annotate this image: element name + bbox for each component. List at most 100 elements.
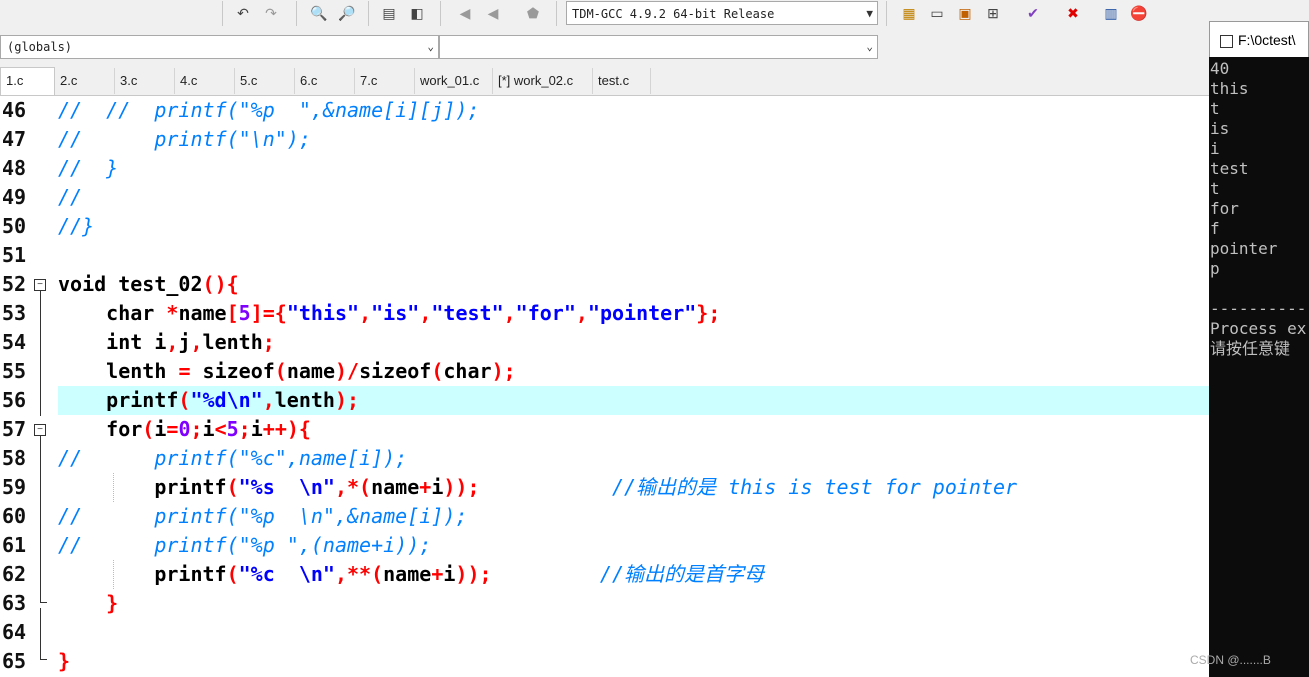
console-output: 40thistisitesttforfpointerp------------P… bbox=[1209, 57, 1309, 677]
bookmark-toggle-icon[interactable]: ◀ bbox=[454, 2, 476, 24]
compiler-select[interactable]: TDM-GCC 4.9.2 64-bit Release ▼ bbox=[566, 1, 878, 25]
code-line: char *name[5]={"this","is","test","for",… bbox=[106, 301, 721, 325]
chevron-down-icon: ⌄ bbox=[866, 40, 873, 53]
bookmark-clear-icon[interactable]: ⬟ bbox=[522, 2, 544, 24]
code-line: // bbox=[58, 185, 83, 209]
tab-2c[interactable]: 2.c bbox=[55, 68, 115, 94]
check-icon[interactable]: ✔ bbox=[1022, 2, 1044, 24]
tab-3c[interactable]: 3.c bbox=[115, 68, 175, 94]
unindent-icon[interactable]: ◧ bbox=[406, 2, 428, 24]
tab-4c[interactable]: 4.c bbox=[175, 68, 235, 94]
chevron-down-icon: ⌄ bbox=[427, 40, 434, 53]
editor-tabs: 1.c 2.c 3.c 4.c 5.c 6.c 7.c work_01.c [*… bbox=[0, 67, 1209, 96]
line-number: 58 bbox=[2, 446, 27, 470]
chevron-down-icon: ▼ bbox=[866, 7, 873, 20]
console-line: ------------ bbox=[1210, 299, 1309, 318]
stop-icon[interactable]: ⛔ bbox=[1128, 2, 1150, 24]
console-line: this bbox=[1210, 79, 1249, 98]
console-line: for bbox=[1210, 199, 1239, 218]
fold-end bbox=[40, 659, 47, 660]
console-line: 请按任意键 bbox=[1210, 339, 1291, 358]
tiles-icon[interactable]: ⊞ bbox=[982, 2, 1004, 24]
line-number: 53 bbox=[2, 301, 27, 325]
code-line: lenth = sizeof(name)/sizeof(char); bbox=[106, 359, 516, 383]
member-combo[interactable]: ⌄ bbox=[439, 35, 878, 59]
console-line: pointer bbox=[1210, 239, 1278, 258]
find-next-icon[interactable]: 🔎 bbox=[336, 2, 358, 24]
console-title-text: F:\0ctest\ bbox=[1238, 32, 1296, 48]
toolbar-separator bbox=[556, 1, 557, 26]
code-line: // printf("%c",name[i]); bbox=[58, 446, 408, 470]
line-number: 61 bbox=[2, 533, 27, 557]
console-line: f bbox=[1210, 219, 1220, 238]
find-icon[interactable]: 🔍 bbox=[308, 2, 330, 24]
code-line: for(i=0;i<5;i++){ bbox=[106, 417, 311, 441]
console-line: t bbox=[1210, 179, 1220, 198]
new-window-icon[interactable]: ▭ bbox=[926, 2, 948, 24]
fold-line bbox=[40, 608, 41, 659]
line-number: 50 bbox=[2, 214, 27, 238]
console-line: p bbox=[1210, 259, 1220, 278]
fold-line bbox=[40, 436, 41, 603]
line-number: 62 bbox=[2, 562, 27, 586]
console-line: test bbox=[1210, 159, 1249, 178]
code-line: int i,j,lenth; bbox=[106, 330, 275, 354]
fold-toggle-icon[interactable]: − bbox=[34, 424, 46, 436]
console-line: i bbox=[1210, 139, 1220, 158]
code-line: // printf("%p ",(name+i)); bbox=[58, 533, 432, 557]
tab-work-02[interactable]: [*] work_02.c bbox=[493, 68, 593, 94]
line-number: 57 bbox=[2, 417, 27, 441]
line-number: 59 bbox=[2, 475, 27, 499]
line-number: 65 bbox=[2, 649, 27, 673]
tab-work-01[interactable]: work_01.c bbox=[415, 68, 493, 94]
console-window-title[interactable]: F:\0ctest\ bbox=[1209, 21, 1309, 57]
toolbar: ↶ ↷ 🔍 🔎 ▤ ◧ ◀ ◀ ⬟ TDM-GCC 4.9.2 64-bit R… bbox=[0, 0, 1309, 30]
line-number: 54 bbox=[2, 330, 27, 354]
line-number: 47 bbox=[2, 127, 27, 151]
console-line: 40 bbox=[1210, 59, 1230, 78]
globals-combo-value: (globals) bbox=[7, 40, 73, 54]
tab-1c[interactable]: 1.c bbox=[0, 67, 55, 95]
code-line: printf("%s \n",*(name+i)); //输出的是 this i… bbox=[154, 475, 1018, 499]
chart-icon[interactable]: ▥ bbox=[1100, 2, 1122, 24]
tab-7c[interactable]: 7.c bbox=[355, 68, 415, 94]
tab-test[interactable]: test.c bbox=[593, 68, 651, 94]
code-line: // } bbox=[58, 156, 119, 180]
compiler-select-value: TDM-GCC 4.9.2 64-bit Release bbox=[572, 7, 775, 21]
code-line: //} bbox=[58, 214, 95, 238]
close-icon[interactable]: ✖ bbox=[1062, 2, 1084, 24]
code-line: } bbox=[58, 649, 71, 673]
code-line: // printf("%p \n",&name[i]); bbox=[58, 504, 468, 528]
line-number: 60 bbox=[2, 504, 27, 528]
line-number: 56 bbox=[2, 388, 27, 412]
line-number: 55 bbox=[2, 359, 27, 383]
line-number: 51 bbox=[2, 243, 27, 267]
undo-icon[interactable]: ↶ bbox=[232, 2, 254, 24]
console-line: is bbox=[1210, 119, 1230, 138]
toolbar-separator bbox=[440, 1, 441, 26]
line-number: 46 bbox=[2, 98, 27, 122]
grid-icon[interactable]: ▣ bbox=[954, 2, 976, 24]
line-number: 49 bbox=[2, 185, 27, 209]
watermark: CSDN @.......B bbox=[1190, 653, 1271, 667]
indent-icon[interactable]: ▤ bbox=[378, 2, 400, 24]
bookmark-prev-icon[interactable]: ◀ bbox=[482, 2, 504, 24]
line-number: 48 bbox=[2, 156, 27, 180]
toolbar-separator bbox=[222, 1, 223, 26]
redo-icon[interactable]: ↷ bbox=[260, 2, 282, 24]
fold-toggle-icon[interactable]: − bbox=[34, 279, 46, 291]
code-line: // // printf("%p ",&name[i][j]); bbox=[58, 98, 480, 122]
console-line: Process ex bbox=[1210, 319, 1307, 338]
tab-6c[interactable]: 6.c bbox=[295, 68, 355, 94]
new-project-icon[interactable]: ▦ bbox=[898, 2, 920, 24]
console-icon bbox=[1220, 34, 1233, 48]
code-line: // printf("\n"); bbox=[58, 127, 311, 151]
console-line: t bbox=[1210, 99, 1220, 118]
fold-line bbox=[40, 291, 41, 416]
tab-5c[interactable]: 5.c bbox=[235, 68, 295, 94]
line-number: 52 bbox=[2, 272, 27, 296]
line-number: 63 bbox=[2, 591, 27, 615]
globals-combo[interactable]: (globals) ⌄ bbox=[0, 35, 439, 59]
code-line: } bbox=[106, 591, 119, 615]
code-editor[interactable]: 46 // // printf("%p ",&name[i][j]); 47 // p… bbox=[0, 96, 1209, 677]
